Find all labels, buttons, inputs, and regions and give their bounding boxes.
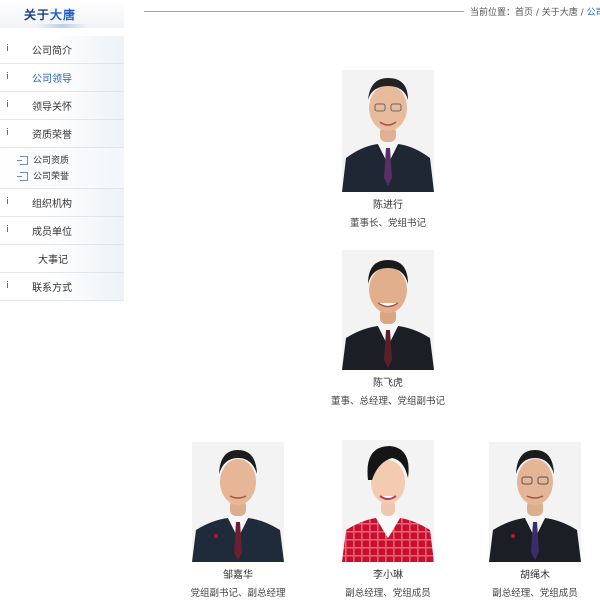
- info-bullet-icon: [6, 225, 9, 233]
- portrait-image: [342, 250, 434, 370]
- sidebar-item-label: 成员单位: [32, 227, 72, 238]
- info-bullet-icon: [6, 197, 9, 205]
- sidebar-item-label: 组织机构: [32, 199, 72, 210]
- leader-card[interactable]: 陈进行 董事长、党组书记: [318, 70, 458, 229]
- section-title: 关于大唐: [0, 0, 124, 28]
- leader-title: 副总经理、党组成员: [492, 588, 578, 599]
- sidebar-nav: 公司简介 公司领导 领导关怀 资质荣誉 公司资质 公司荣誉 组织机构 成员单位 …: [0, 36, 124, 301]
- leader-title: 董事、总经理、党组副书记: [330, 396, 445, 407]
- sidebar-subitem-label: 公司资质: [33, 156, 70, 166]
- leader-name: 陈进行: [373, 200, 403, 211]
- info-bullet-icon: [6, 44, 9, 52]
- portrait-image: [342, 440, 434, 562]
- sidebar-submenu: 公司资质 公司荣誉: [0, 148, 124, 189]
- breadcrumb-current: 公司: [586, 8, 600, 18]
- portrait-image: [192, 442, 284, 562]
- portrait-image: [342, 70, 434, 192]
- sidebar-item-company-leaders[interactable]: 公司领导: [0, 64, 124, 92]
- leader-card[interactable]: 邹嘉华 党组副书记、副总经理: [168, 442, 308, 599]
- sidebar-item-milestones[interactable]: 大事记: [0, 245, 124, 273]
- header-divider: [144, 11, 464, 12]
- leader-name: 李小琳: [373, 570, 403, 581]
- leader-portrait: [342, 440, 434, 562]
- sidebar-item-label: 公司简介: [32, 46, 72, 57]
- title-underline: [36, 24, 88, 28]
- sidebar-item-label: 公司领导: [32, 74, 72, 85]
- leader-portrait: [192, 442, 284, 562]
- sidebar-item-label: 联系方式: [32, 283, 72, 294]
- leader-name: 胡绳木: [520, 570, 550, 581]
- enter-arrow-icon: [17, 156, 28, 165]
- breadcrumb-separator: /: [533, 8, 542, 18]
- breadcrumb-separator: /: [577, 8, 587, 18]
- breadcrumb-home-link[interactable]: 首页: [515, 8, 533, 18]
- leader-name: 邹嘉华: [223, 570, 253, 581]
- leader-title: 副总经理、党组成员: [345, 588, 431, 599]
- sidebar-item-contact[interactable]: 联系方式: [0, 273, 124, 301]
- leader-portrait: [489, 442, 581, 562]
- leader-portrait: [342, 70, 434, 192]
- info-bullet-icon: [6, 128, 9, 136]
- leader-title: 董事长、党组书记: [349, 218, 426, 229]
- sidebar-subitem-label: 公司荣誉: [33, 172, 70, 182]
- breadcrumb-label: 当前位置：: [470, 8, 516, 18]
- breadcrumb: 当前位置：首页 / 关于大唐 / 公司: [470, 5, 600, 18]
- section-title-highlight: 大唐: [50, 8, 77, 22]
- leader-card[interactable]: 胡绳木 副总经理、党组成员: [472, 442, 598, 599]
- sidebar-item-organization[interactable]: 组织机构: [0, 189, 124, 217]
- sidebar-item-company-profile[interactable]: 公司简介: [0, 36, 124, 64]
- sidebar-item-qualifications-honors[interactable]: 资质荣誉: [0, 120, 124, 148]
- leader-card[interactable]: 陈飞虎 董事、总经理、党组副书记: [318, 250, 458, 407]
- leader-title: 党组副书记、副总经理: [190, 588, 286, 599]
- leader-card[interactable]: 李小琳 副总经理、党组成员: [318, 440, 458, 599]
- sidebar-item-label: 资质荣誉: [32, 130, 72, 141]
- section-title-prefix: 关于: [24, 8, 51, 22]
- leader-name: 陈飞虎: [373, 378, 403, 389]
- info-bullet-icon: [6, 72, 9, 80]
- leader-portrait: [342, 250, 434, 370]
- sidebar-item-leadership-care[interactable]: 领导关怀: [0, 92, 124, 120]
- info-bullet-icon: [6, 281, 9, 289]
- sidebar-item-label: 大事记: [38, 255, 68, 266]
- enter-arrow-icon: [17, 172, 28, 181]
- breadcrumb-about-link[interactable]: 关于大唐: [542, 8, 578, 18]
- info-bullet-icon: [6, 100, 9, 108]
- portrait-image: [489, 442, 581, 562]
- sidebar-item-member-units[interactable]: 成员单位: [0, 217, 124, 245]
- sidebar-item-label: 领导关怀: [32, 102, 72, 113]
